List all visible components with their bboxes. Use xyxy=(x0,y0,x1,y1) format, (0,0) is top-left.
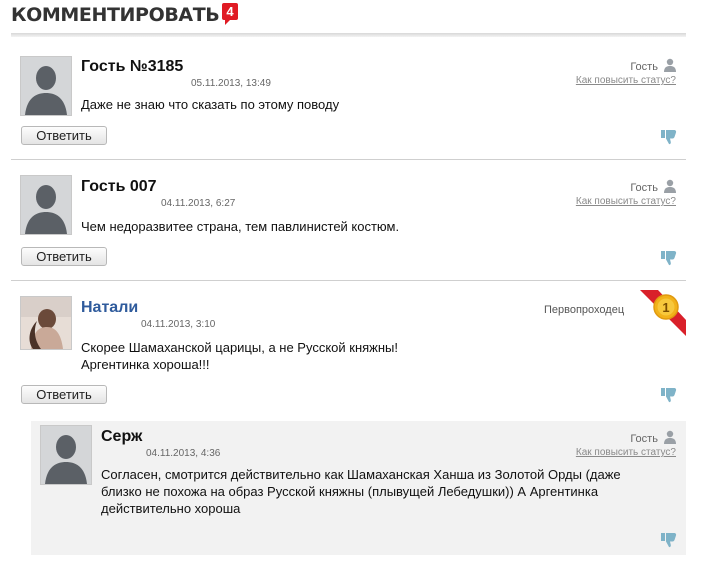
status-role: Гость xyxy=(630,61,658,73)
status-role: Гость xyxy=(630,433,658,445)
comment-author[interactable]: Серж xyxy=(101,428,142,446)
avatar[interactable] xyxy=(20,296,72,350)
comment-count-badge: 4 xyxy=(222,3,238,25)
status-help-link[interactable]: Как повысить статус? xyxy=(576,196,676,207)
avatar[interactable] xyxy=(20,56,72,116)
status-help-link[interactable]: Как повысить статус? xyxy=(576,447,676,458)
comment-date: 04.11.2013, 6:27 xyxy=(161,198,236,209)
user-status: Гость Как повысить статус? xyxy=(576,58,676,86)
comment-date: 04.11.2013, 4:36 xyxy=(146,448,221,459)
avatar[interactable] xyxy=(40,425,92,485)
reply-comment-item: Серж 04.11.2013, 4:36 Согласен, смотритс… xyxy=(31,421,686,555)
default-avatar-icon xyxy=(41,426,91,484)
comment-date: 04.11.2013, 3:10 xyxy=(141,319,216,330)
user-icon xyxy=(664,179,676,193)
comment-item: Гость №3185 05.11.2013, 13:49 Даже не зн… xyxy=(11,48,686,158)
user-icon xyxy=(664,430,676,444)
reply-button[interactable]: Ответить xyxy=(21,126,107,145)
status-role: Первопроходец xyxy=(544,304,625,316)
thumbs-down-icon[interactable] xyxy=(660,128,678,146)
comment-author[interactable]: Гость №3185 xyxy=(81,58,183,76)
user-status: Гость Как повысить статус? xyxy=(576,179,676,207)
comments-title: КОММЕНТИРОВАТЬ xyxy=(11,4,220,26)
default-avatar-icon xyxy=(21,176,71,234)
comment-text: Даже не знаю что сказать по этому поводу xyxy=(81,97,340,112)
status-role: Гость xyxy=(630,182,658,194)
reply-button[interactable]: Ответить xyxy=(21,247,107,266)
comment-text-line: близко не похожа на образ Русской княжны… xyxy=(101,484,599,499)
comment-text-line: Аргентинка хороша!!! xyxy=(81,357,210,372)
comments-header: КОММЕНТИРОВАТЬ xyxy=(11,2,220,30)
comment-text-line: Согласен, смотрится действительно как Ша… xyxy=(101,467,621,482)
status-help-link[interactable]: Как повысить статус? xyxy=(576,75,676,86)
user-photo xyxy=(21,297,71,349)
comment-date: 05.11.2013, 13:49 xyxy=(191,78,271,89)
comment-text-line: Скорее Шамаханской царицы, а не Русской … xyxy=(81,340,399,355)
user-icon xyxy=(664,58,676,72)
comment-author[interactable]: Натали xyxy=(81,299,138,317)
comment-divider xyxy=(11,159,686,160)
medal-ribbon-icon: 1 xyxy=(640,290,686,336)
comment-author[interactable]: Гость 007 xyxy=(81,178,157,196)
medal-number: 1 xyxy=(662,300,669,315)
thumbs-down-icon[interactable] xyxy=(660,249,678,267)
comment-item: Гость 007 04.11.2013, 6:27 Чем недоразви… xyxy=(11,169,686,279)
comment-text: Скорее Шамаханской царицы, а не Русской … xyxy=(81,339,398,373)
comment-divider xyxy=(11,280,686,281)
comment-text-line: действительно хороша xyxy=(101,501,241,516)
comment-text: Согласен, смотрится действительно как Ша… xyxy=(101,466,681,517)
comment-text: Чем недоразвитее страна, тем павлинистей… xyxy=(81,219,400,234)
comment-item: Натали 04.11.2013, 3:10 Скорее Шамаханск… xyxy=(11,290,686,415)
thumbs-down-icon[interactable] xyxy=(660,531,678,549)
header-divider xyxy=(11,33,686,37)
reply-button[interactable]: Ответить xyxy=(21,385,107,404)
default-avatar-icon xyxy=(21,57,71,115)
avatar[interactable] xyxy=(20,175,72,235)
user-status: Гость Как повысить статус? xyxy=(576,430,676,458)
thumbs-down-icon[interactable] xyxy=(660,386,678,404)
